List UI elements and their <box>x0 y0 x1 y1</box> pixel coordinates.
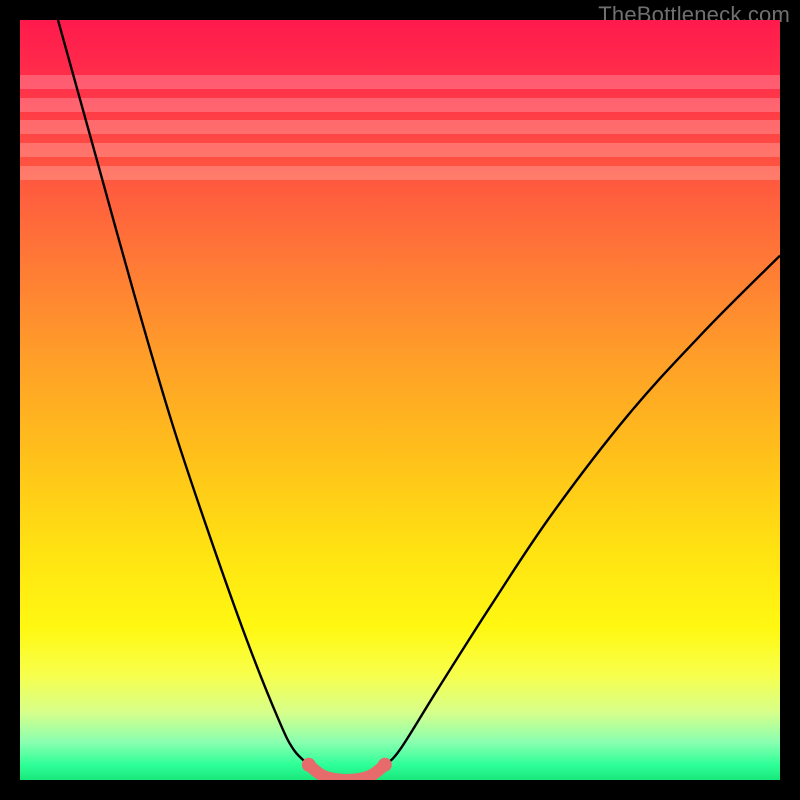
chart-frame: TheBottleneck.com <box>0 0 800 800</box>
left-curve-path <box>58 20 309 765</box>
plot-area <box>20 20 780 780</box>
valley-dot-left <box>302 758 316 772</box>
chart-svg <box>20 20 780 780</box>
right-curve-path <box>385 256 780 765</box>
valley-dot-right <box>378 758 392 772</box>
valley-floor-path <box>309 765 385 780</box>
